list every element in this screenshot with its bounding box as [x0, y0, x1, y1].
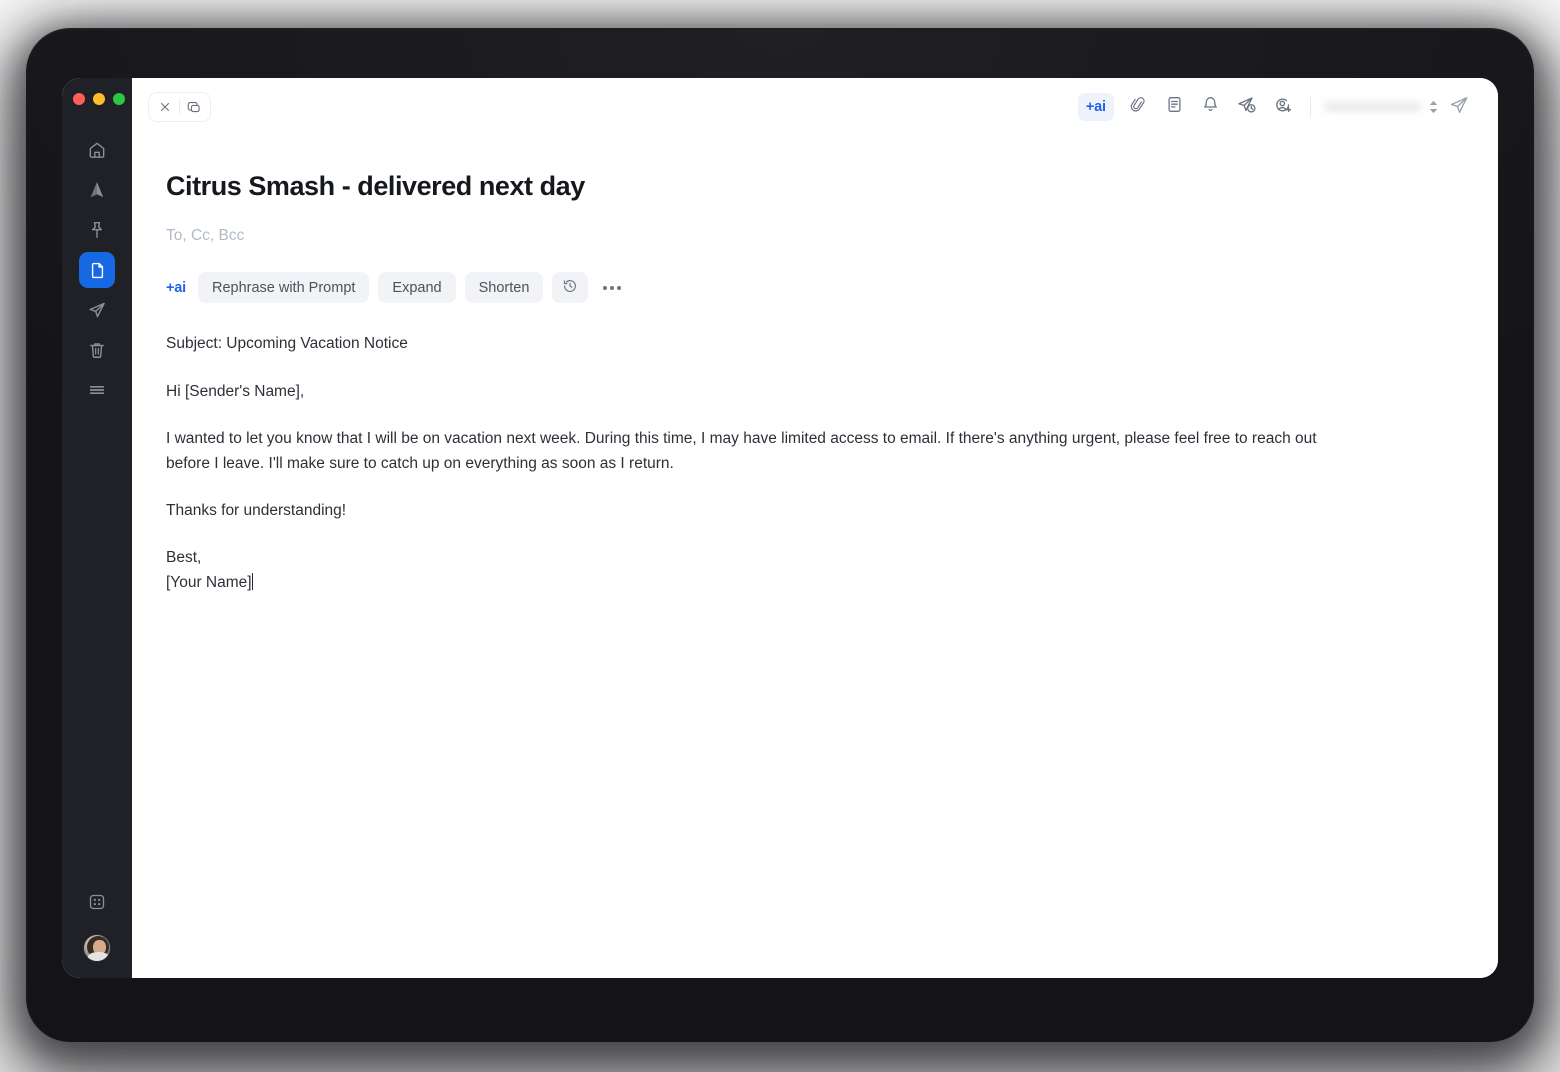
email-subject-line: Subject: Upcoming Vacation Notice: [166, 335, 408, 353]
more-horizontal-icon: [603, 285, 608, 290]
chevron-updown-icon: [1429, 100, 1438, 114]
sidebar-item-trash[interactable]: [79, 332, 115, 368]
close-compose-button[interactable]: [151, 94, 179, 120]
ai-toolbar: +ai Rephrase with Prompt Expand Shorten: [166, 272, 1464, 304]
page-title[interactable]: Citrus Smash - delivered next day: [166, 170, 1464, 202]
recipients-input[interactable]: To, Cc, Bcc: [166, 227, 1464, 245]
email-signoff: Best,: [166, 548, 202, 566]
home-icon: [87, 140, 107, 160]
sidebar-item-apps[interactable]: [79, 884, 115, 920]
send-later-icon: [1236, 94, 1257, 120]
attach-file-button[interactable]: [1122, 91, 1156, 123]
popout-compose-button[interactable]: [180, 94, 208, 120]
template-button[interactable]: [1158, 91, 1192, 123]
sidebar-nav: [62, 132, 132, 408]
add-contact-button[interactable]: [1266, 91, 1300, 123]
send-filled-icon: [87, 180, 107, 200]
send-button[interactable]: [1442, 91, 1476, 123]
email-body-editor[interactable]: Subject: Upcoming Vacation Notice Hi [Se…: [166, 331, 1336, 595]
apps-grid-icon: [87, 892, 107, 912]
close-window-button[interactable]: [73, 93, 85, 105]
email-thanks-line: Thanks for understanding!: [166, 501, 347, 519]
email-signature-line: [Your Name]: [166, 570, 1336, 595]
ai-assist-button[interactable]: +ai: [1077, 93, 1114, 121]
maximize-window-button[interactable]: [113, 93, 125, 105]
compose-window-controls: [148, 92, 211, 122]
window-traffic-lights: [62, 84, 132, 114]
ai-history-button[interactable]: [552, 272, 589, 304]
compose-body: Citrus Smash - delivered next day To, Cc…: [132, 170, 1498, 595]
sidebar-item-pinned[interactable]: [79, 212, 115, 248]
email-signature: [Your Name]: [166, 574, 252, 592]
ai-more-options-button[interactable]: [597, 272, 627, 303]
reminder-button[interactable]: [1194, 91, 1228, 123]
history-clock-icon: [562, 278, 578, 297]
more-horizontal-icon-dot: [617, 285, 622, 290]
expand-button[interactable]: Expand: [378, 272, 456, 304]
more-horizontal-icon-dot: [610, 285, 615, 290]
send-icon: [1448, 94, 1470, 121]
sidebar-item-home[interactable]: [79, 132, 115, 168]
menu-icon: [86, 380, 108, 400]
minimize-window-button[interactable]: [93, 93, 105, 105]
sidebar-item-sent[interactable]: [79, 292, 115, 328]
avatar-body: [88, 952, 109, 961]
screenshot-root: +ai ••••••••••••••••••••• Citrus Smash -…: [0, 0, 1560, 1072]
sidebar-item-more[interactable]: [79, 372, 115, 408]
avatar[interactable]: [83, 934, 111, 962]
app-window: +ai ••••••••••••••••••••• Citrus Smash -…: [62, 78, 1498, 978]
document-icon: [88, 261, 107, 280]
compose-actions: +ai •••••••••••••••••••••: [1077, 91, 1476, 123]
sidebar: [62, 78, 132, 978]
sidebar-item-boost[interactable]: [79, 172, 115, 208]
ai-toolbar-label: +ai: [166, 279, 186, 296]
account-email-text: •••••••••••••••••••••: [1324, 100, 1421, 114]
email-paragraph: I wanted to let you know that I will be …: [166, 429, 1317, 472]
text-cursor: [251, 573, 254, 591]
paperclip-icon: [1129, 95, 1148, 119]
compose-panel: +ai ••••••••••••••••••••• Citrus Smash -…: [132, 78, 1498, 978]
sidebar-bottom: [62, 884, 132, 962]
bell-icon: [1201, 95, 1220, 119]
send-later-button[interactable]: [1230, 91, 1264, 123]
trash-icon: [87, 340, 107, 360]
shorten-button[interactable]: Shorten: [464, 272, 544, 304]
sidebar-item-drafts[interactable]: [79, 252, 115, 288]
account-selector[interactable]: •••••••••••••••••••••: [1325, 100, 1440, 114]
pin-icon: [87, 220, 107, 240]
send-icon: [87, 300, 107, 320]
template-icon: [1165, 95, 1184, 119]
add-contact-icon: [1273, 95, 1293, 120]
compose-toolbar: +ai •••••••••••••••••••••: [132, 78, 1498, 136]
toolbar-separator: [1309, 97, 1311, 117]
email-greeting: Hi [Sender's Name],: [166, 382, 305, 400]
rephrase-with-prompt-button[interactable]: Rephrase with Prompt: [197, 272, 370, 304]
